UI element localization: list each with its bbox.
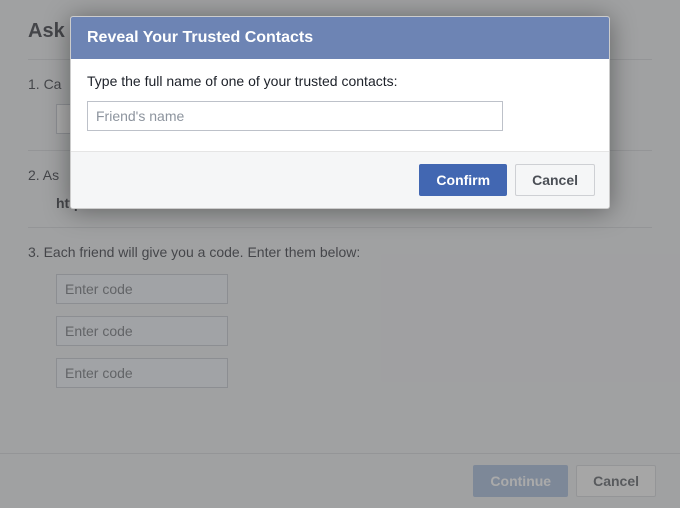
trusted-contacts-modal: Reveal Your Trusted Contacts Type the fu… [70, 16, 610, 209]
modal-prompt: Type the full name of one of your truste… [87, 73, 593, 89]
modal-overlay: Reveal Your Trusted Contacts Type the fu… [0, 0, 680, 508]
modal-title: Reveal Your Trusted Contacts [71, 17, 609, 59]
confirm-button[interactable]: Confirm [419, 164, 507, 196]
modal-body: Type the full name of one of your truste… [71, 59, 609, 151]
friend-name-input[interactable] [87, 101, 503, 131]
modal-cancel-button[interactable]: Cancel [515, 164, 595, 196]
modal-footer: Confirm Cancel [71, 151, 609, 208]
